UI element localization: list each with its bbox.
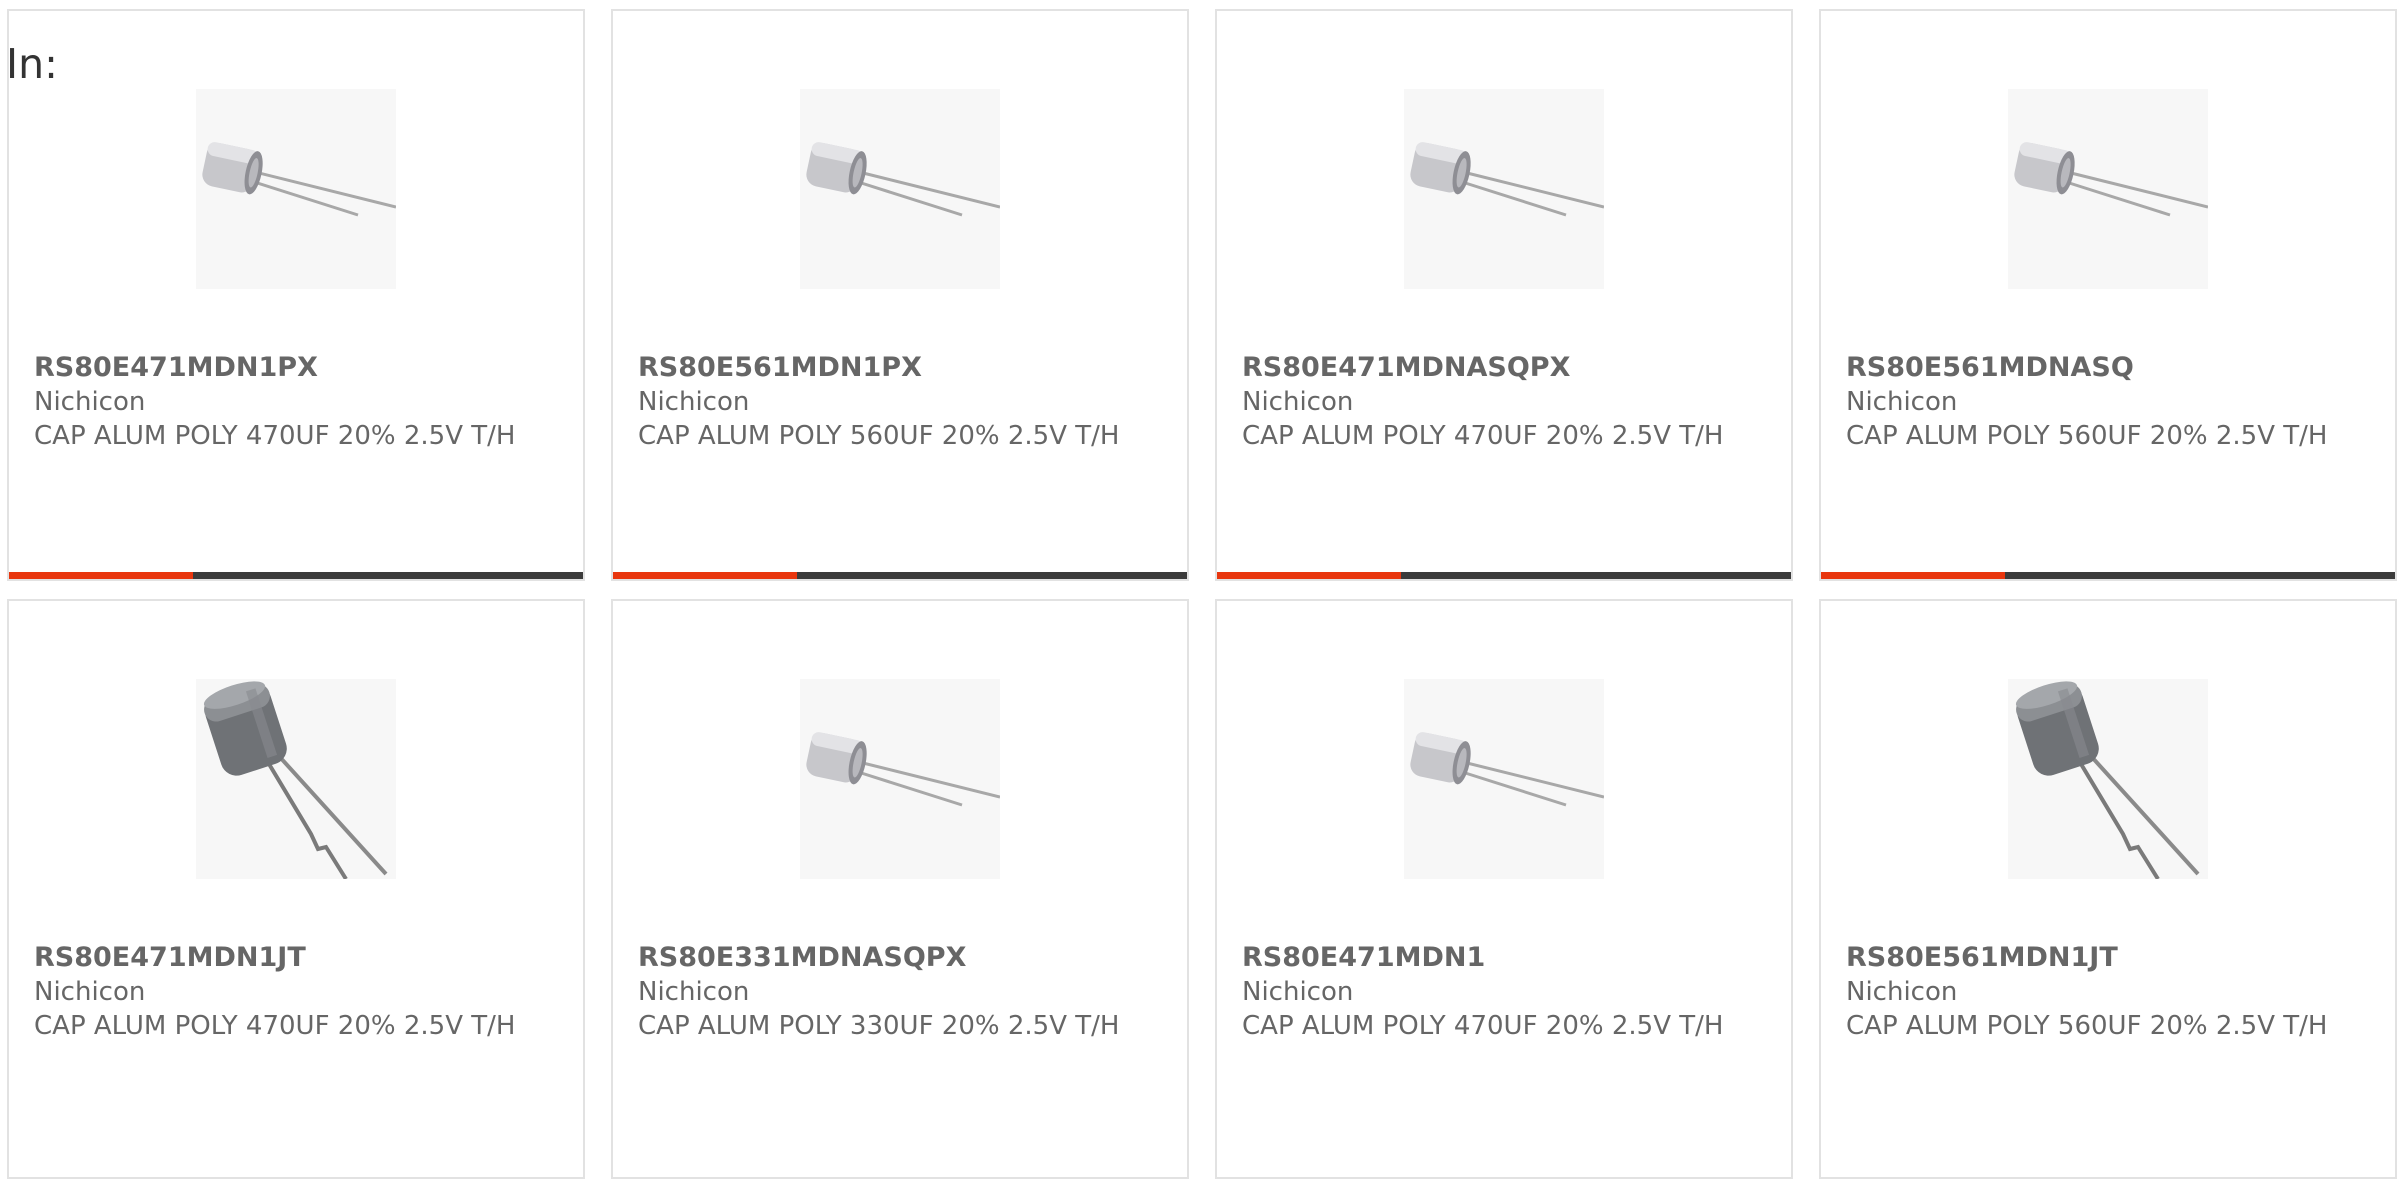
product-image[interactable] xyxy=(2008,89,2208,289)
part-number-link[interactable]: RS80E471MDN1JT xyxy=(34,941,564,975)
product-info: RS80E561MDN1JT Nichicon CAP ALUM POLY 56… xyxy=(1846,941,2376,1043)
product-image[interactable] xyxy=(2008,679,2208,879)
description: CAP ALUM POLY 330UF 20% 2.5V T/H xyxy=(638,1011,1120,1041)
product-card[interactable]: RS80E471MDN1PX Nichicon CAP ALUM POLY 47… xyxy=(7,9,585,581)
part-number-link[interactable]: RS80E561MDNASQ xyxy=(1846,351,2376,385)
product-card[interactable]: RS80E471MDN1 Nichicon CAP ALUM POLY 470U… xyxy=(1215,599,1793,1179)
part-number-link[interactable]: RS80E471MDN1 xyxy=(1242,941,1772,975)
product-image[interactable] xyxy=(196,679,396,879)
capacitor-radial-icon xyxy=(1410,732,1604,807)
manufacturer: Nichicon xyxy=(1846,387,1958,417)
description: CAP ALUM POLY 470UF 20% 2.5V T/H xyxy=(1242,421,1724,451)
part-number-link[interactable]: RS80E561MDN1JT xyxy=(1846,941,2376,975)
product-image[interactable] xyxy=(196,89,396,289)
product-info: RS80E561MDNASQ Nichicon CAP ALUM POLY 56… xyxy=(1846,351,2376,453)
accent-fill xyxy=(1217,572,1401,579)
product-info: RS80E471MDN1JT Nichicon CAP ALUM POLY 47… xyxy=(34,941,564,1043)
description: CAP ALUM POLY 560UF 20% 2.5V T/H xyxy=(1846,421,2328,451)
part-number-link[interactable]: RS80E471MDNASQPX xyxy=(1242,351,1772,385)
product-info: RS80E471MDN1PX Nichicon CAP ALUM POLY 47… xyxy=(34,351,564,453)
accent-fill xyxy=(9,572,193,579)
product-card[interactable]: RS80E471MDN1JT Nichicon CAP ALUM POLY 47… xyxy=(7,599,585,1179)
description: CAP ALUM POLY 470UF 20% 2.5V T/H xyxy=(34,421,516,451)
manufacturer: Nichicon xyxy=(1242,977,1354,1007)
product-card[interactable]: RS80E561MDN1PX Nichicon CAP ALUM POLY 56… xyxy=(611,9,1189,581)
product-info: RS80E561MDN1PX Nichicon CAP ALUM POLY 56… xyxy=(638,351,1168,453)
manufacturer: Nichicon xyxy=(34,387,146,417)
manufacturer: Nichicon xyxy=(638,387,750,417)
product-info: RS80E331MDNASQPX Nichicon CAP ALUM POLY … xyxy=(638,941,1168,1043)
description: CAP ALUM POLY 470UF 20% 2.5V T/H xyxy=(1242,1011,1724,1041)
part-number-link[interactable]: RS80E331MDNASQPX xyxy=(638,941,1168,975)
manufacturer: Nichicon xyxy=(638,977,750,1007)
product-image[interactable] xyxy=(800,89,1000,289)
capacitor-radial-icon xyxy=(202,142,396,217)
product-card[interactable]: RS80E471MDNASQPX Nichicon CAP ALUM POLY … xyxy=(1215,9,1793,581)
card-accent-bar xyxy=(9,572,583,579)
description: CAP ALUM POLY 560UF 20% 2.5V T/H xyxy=(638,421,1120,451)
capacitor-radial-icon xyxy=(2014,142,2208,217)
accent-fill xyxy=(613,572,797,579)
product-info: RS80E471MDN1 Nichicon CAP ALUM POLY 470U… xyxy=(1242,941,1772,1043)
description: CAP ALUM POLY 470UF 20% 2.5V T/H xyxy=(34,1011,516,1041)
part-number-link[interactable]: RS80E561MDN1PX xyxy=(638,351,1168,385)
product-image[interactable] xyxy=(1404,679,1604,879)
card-accent-bar xyxy=(1217,572,1791,579)
accent-fill xyxy=(1821,572,2005,579)
capacitor-radial-icon xyxy=(806,732,1000,807)
description: CAP ALUM POLY 560UF 20% 2.5V T/H xyxy=(1846,1011,2328,1041)
capacitor-radial-icon xyxy=(1410,142,1604,217)
product-image[interactable] xyxy=(1404,89,1604,289)
manufacturer: Nichicon xyxy=(1242,387,1354,417)
product-info: RS80E471MDNASQPX Nichicon CAP ALUM POLY … xyxy=(1242,351,1772,453)
capacitor-radial-icon xyxy=(806,142,1000,217)
in-label: In: xyxy=(6,40,58,88)
product-image[interactable] xyxy=(800,679,1000,879)
card-accent-bar xyxy=(1821,572,2395,579)
product-card[interactable]: RS80E331MDNASQPX Nichicon CAP ALUM POLY … xyxy=(611,599,1189,1179)
product-card[interactable]: RS80E561MDNASQ Nichicon CAP ALUM POLY 56… xyxy=(1819,9,2397,581)
manufacturer: Nichicon xyxy=(34,977,146,1007)
manufacturer: Nichicon xyxy=(1846,977,1958,1007)
card-accent-bar xyxy=(613,572,1187,579)
capacitor-taped-icon xyxy=(2015,681,2200,879)
product-grid: RS80E471MDN1PX Nichicon CAP ALUM POLY 47… xyxy=(0,0,2400,1179)
product-card[interactable]: RS80E561MDN1JT Nichicon CAP ALUM POLY 56… xyxy=(1819,599,2397,1179)
part-number-link[interactable]: RS80E471MDN1PX xyxy=(34,351,564,385)
capacitor-taped-icon xyxy=(203,681,388,879)
